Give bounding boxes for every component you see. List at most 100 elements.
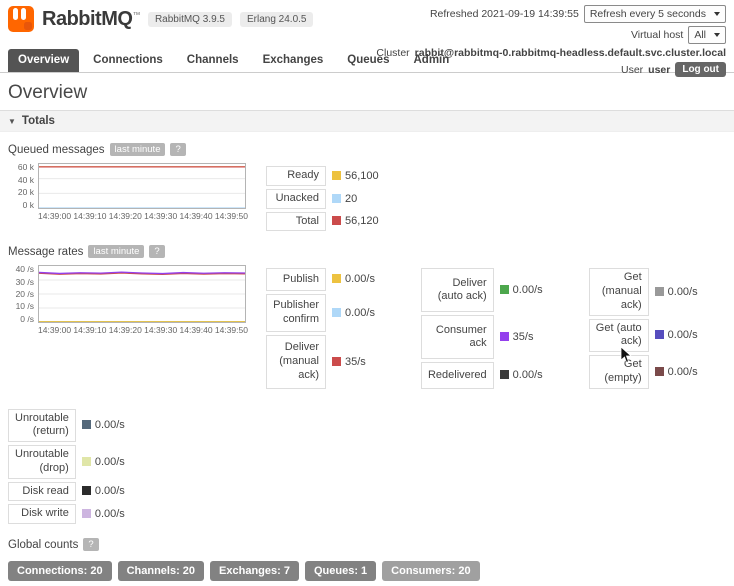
totals-section-label: Totals: [21, 115, 55, 127]
rabbitmq-version-badge: RabbitMQ 3.9.5: [147, 11, 232, 27]
queues-count-badge: Queues: 1: [304, 561, 377, 581]
tab-channels[interactable]: Channels: [177, 49, 249, 72]
series-swatch: [81, 420, 91, 430]
message-rates-header: Message rates last minute ?: [0, 234, 734, 263]
message-rates-block: 40 /s 30 /s 20 /s 10 /s 0 /s 14:39:00 14…: [0, 263, 734, 391]
series-swatch: [499, 332, 509, 342]
totals-section-toggle[interactable]: ▼ Totals: [0, 110, 734, 132]
series-swatch: [81, 509, 91, 519]
legend-value: 0.00/s: [512, 369, 543, 382]
queued-messages-chart: 60 k 40 k 20 k 0 k 14:39:00 14:39:10 14:…: [8, 163, 248, 221]
series-swatch: [332, 307, 341, 317]
legend-value: 0.00/s: [94, 485, 125, 498]
tab-exchanges[interactable]: Exchanges: [253, 49, 334, 72]
rates-time-range-badge[interactable]: last minute: [88, 245, 145, 259]
rates-help-icon[interactable]: ?: [149, 245, 165, 259]
legend-value: 35/s: [512, 331, 534, 344]
global-counts-title: Global counts: [8, 538, 79, 551]
rates-legend-col-3: Get (manual ack) 0.00/s Get (auto ack) 0…: [588, 265, 704, 391]
legend-label: Publish: [266, 268, 326, 291]
brand-name: RabbitMQ™: [42, 7, 140, 30]
connections-count-badge: Connections: 20: [8, 561, 112, 581]
queued-help-icon[interactable]: ?: [170, 143, 186, 156]
top-bar: RabbitMQ™ RabbitMQ 3.9.5 Erlang 24.0.5 R…: [0, 0, 734, 77]
rates-legend-columns: Publish 0.00/s Publisher confirm 0.00/s …: [266, 265, 704, 391]
legend-label: Deliver (manual ack): [266, 334, 326, 389]
legend-label: Disk write: [8, 504, 76, 524]
message-rates-title: Message rates: [8, 245, 84, 258]
logout-button[interactable]: Log out: [675, 62, 726, 77]
legend-value: 0.00/s: [667, 329, 698, 342]
trademark: ™: [132, 9, 140, 19]
queued-messages-plot: [38, 163, 246, 209]
refresh-interval-select[interactable]: Refresh every 5 seconds: [583, 5, 726, 23]
legend-label: Get (manual ack): [588, 268, 649, 316]
legend-value: 0.00/s: [94, 419, 125, 432]
legend-value: 0.00/s: [345, 306, 375, 319]
collapse-caret-icon: ▼: [8, 116, 16, 126]
legend-value: 35/s: [345, 355, 366, 368]
queued-legend: Ready 56,100 Unacked 20 Total 56,120: [266, 163, 385, 234]
legend-label: Get (empty): [588, 355, 649, 389]
tab-overview[interactable]: Overview: [8, 49, 80, 72]
legend-label: Publisher confirm: [266, 293, 326, 332]
legend-label: Total: [266, 211, 326, 232]
virtual-host-select[interactable]: All: [688, 26, 726, 44]
global-counts-help-icon[interactable]: ?: [83, 538, 99, 551]
series-swatch: [81, 456, 91, 466]
series-swatch: [654, 330, 664, 340]
legend-value: 0.00/s: [94, 455, 125, 468]
legend-label: Redelivered: [420, 362, 494, 389]
legend-label: Deliver (auto ack): [420, 268, 494, 313]
channels-count-badge: Channels: 20: [117, 561, 205, 581]
exchanges-count-badge: Exchanges: 7: [210, 561, 299, 581]
legend-label: Get (auto ack): [588, 318, 649, 352]
legend-label: Disk read: [8, 481, 76, 502]
series-swatch: [499, 370, 509, 380]
queued-time-range-badge[interactable]: last minute: [109, 143, 166, 156]
legend-value: 56,120: [345, 215, 379, 228]
legend-row: Unacked 20: [266, 188, 385, 209]
legend-label: Consumer ack: [420, 315, 494, 360]
series-swatch: [332, 170, 341, 180]
user-label: User: [620, 63, 644, 76]
series-swatch: [81, 486, 91, 496]
legend-label: Unacked: [266, 188, 326, 209]
global-counts-row: Connections: 20 Channels: 20 Exchanges: …: [0, 556, 734, 586]
tab-connections[interactable]: Connections: [83, 49, 173, 72]
legend-value: 0.00/s: [345, 273, 375, 286]
rabbitmq-logo[interactable]: [8, 6, 34, 32]
legend-value: 20: [345, 192, 358, 205]
legend-label: Unroutable (return): [8, 408, 76, 442]
status-area: Refreshed 2021-09-19 14:39:55 Refresh ev…: [376, 5, 726, 77]
cluster-name: rabbit@rabbitmq-0.rabbitmq-headless.defa…: [414, 47, 726, 59]
legend-value: 56,100: [345, 169, 379, 182]
virtual-host-label: Virtual host: [630, 29, 684, 41]
series-swatch: [499, 285, 509, 295]
rates-x-axis: 14:39:00 14:39:10 14:39:20 14:39:30 14:3…: [38, 325, 248, 336]
rates-legend-col-2: Deliver (auto ack) 0.00/s Consumer ack 3…: [420, 265, 549, 391]
cluster-label: Cluster: [376, 47, 410, 59]
legend-label: Ready: [266, 166, 326, 186]
message-rates-chart: 40 /s 30 /s 20 /s 10 /s 0 /s 14:39:00 14…: [8, 265, 248, 335]
series-swatch: [654, 286, 664, 296]
erlang-version-badge: Erlang 24.0.5: [239, 11, 314, 27]
series-swatch: [332, 356, 341, 366]
legend-value: 0.00/s: [667, 285, 698, 298]
rabbitmq-logo-icon: [8, 6, 34, 32]
consumers-count-badge: Consumers: 20: [382, 561, 480, 581]
queued-messages-block: 60 k 40 k 20 k 0 k 14:39:00 14:39:10 14:…: [0, 161, 734, 234]
legend-row: Total 56,120: [266, 211, 385, 232]
message-rates-plot: [38, 265, 246, 324]
rates-legend-col-1: Publish 0.00/s Publisher confirm 0.00/s …: [266, 265, 381, 391]
legend-value: 0.00/s: [512, 284, 543, 297]
user-name: user: [648, 63, 671, 76]
chevron-down-icon: [714, 12, 720, 16]
legend-value: 0.00/s: [667, 365, 698, 378]
rates-y-axis: 40 /s 30 /s 20 /s 10 /s 0 /s: [15, 264, 34, 324]
series-swatch: [654, 366, 664, 376]
legend-label: Unroutable (drop): [8, 445, 76, 479]
queued-y-axis: 60 k 40 k 20 k 0 k: [17, 162, 34, 210]
legend-row: Ready 56,100: [266, 166, 385, 186]
series-swatch: [332, 274, 341, 284]
